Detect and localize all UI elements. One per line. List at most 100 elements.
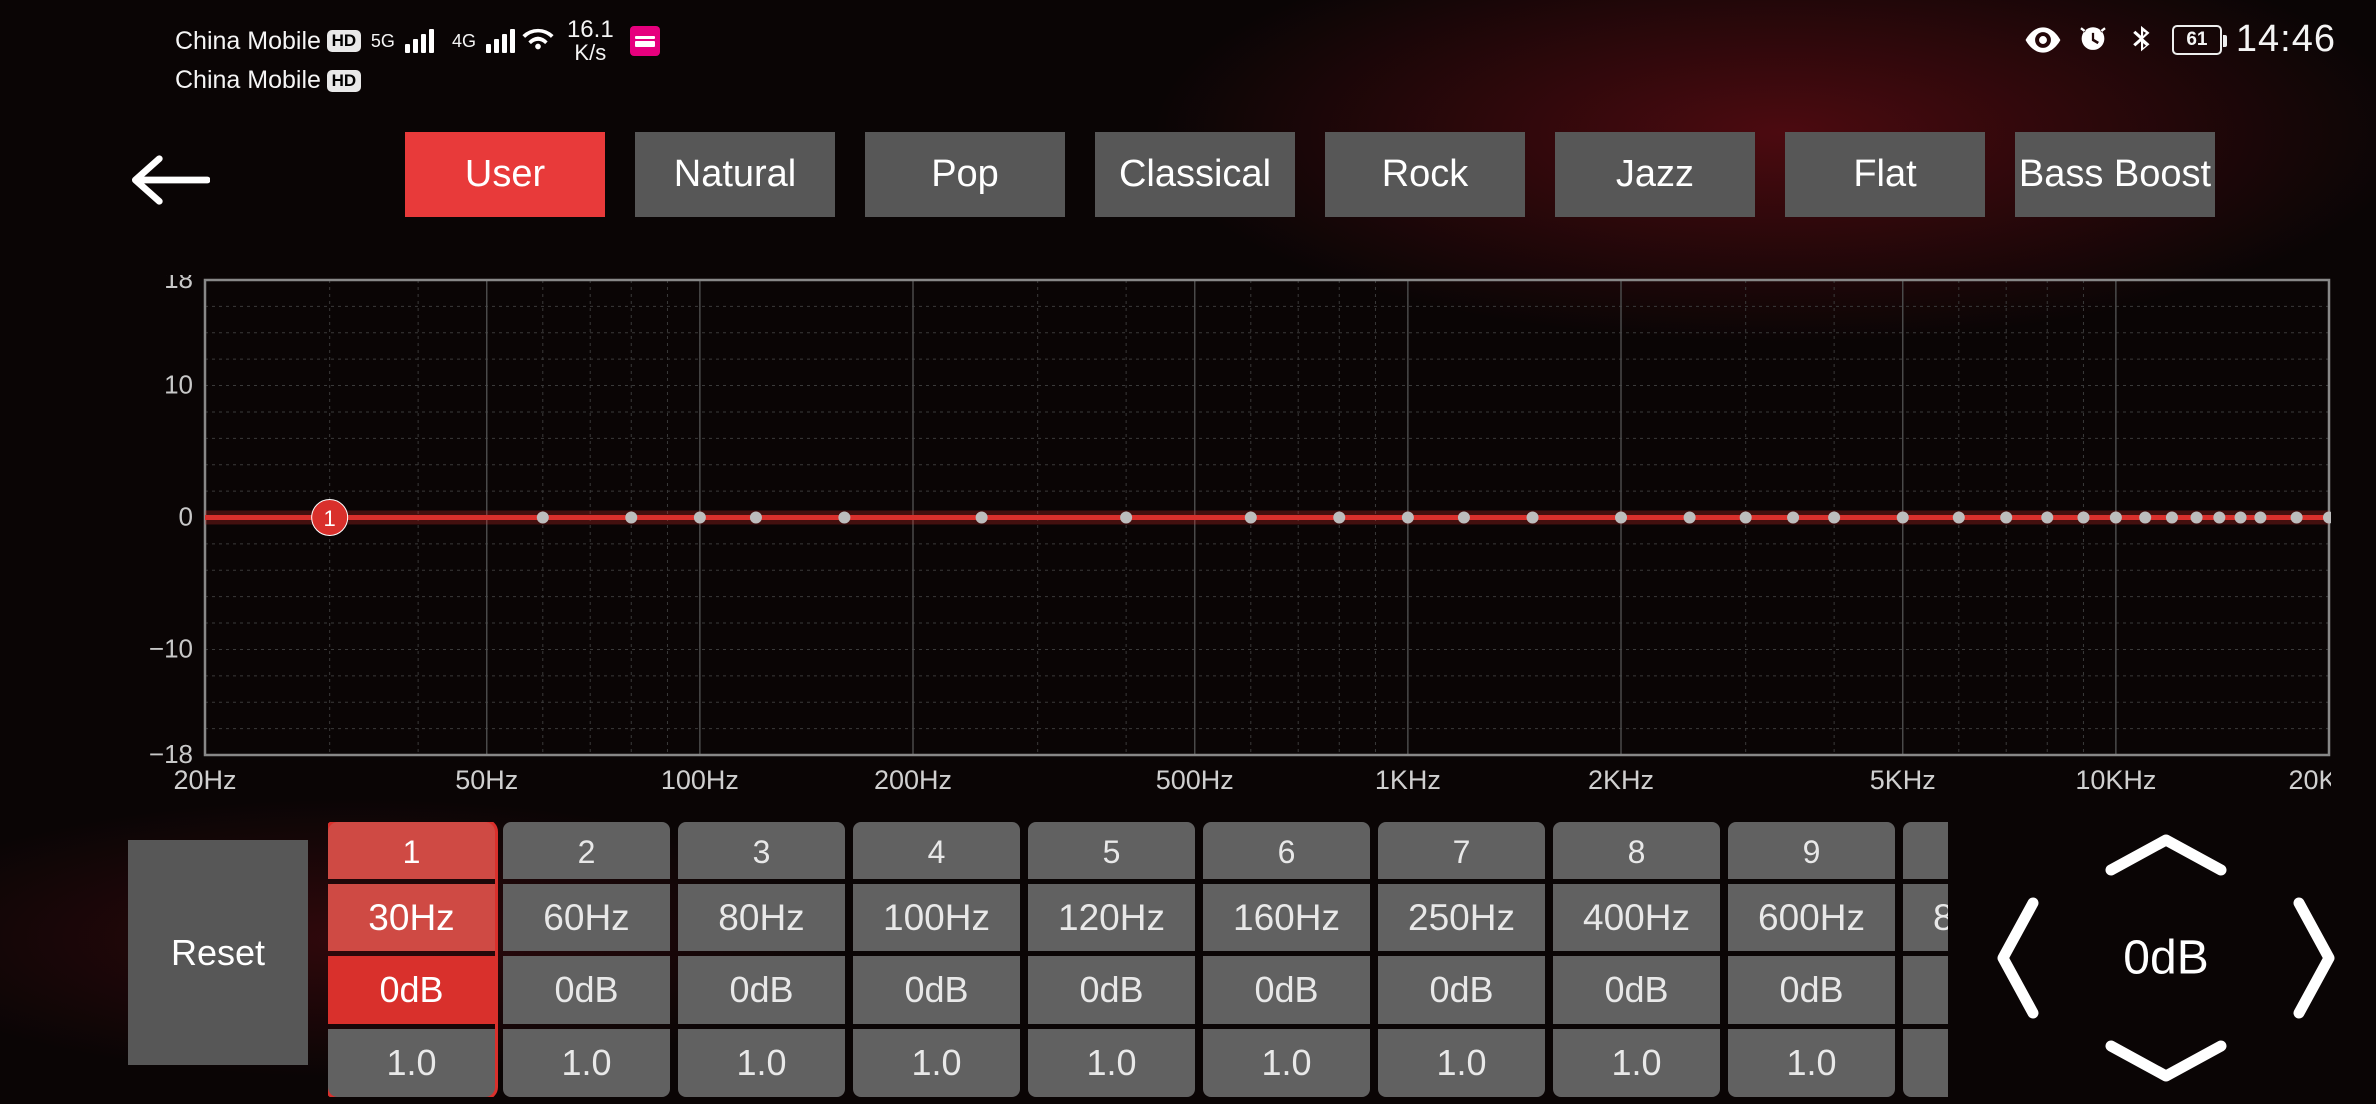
band-number-label: 5	[1028, 822, 1195, 879]
network-type-1: 5G	[371, 31, 395, 52]
carrier-1-label: China Mobile	[175, 27, 321, 56]
band-number-label: 3	[678, 822, 845, 879]
preset-label: Bass Boost	[2019, 153, 2211, 196]
band-q-label: 1.0	[1728, 1029, 1895, 1097]
svg-text:1: 1	[324, 506, 336, 531]
band-freq-label: 120Hz	[1028, 884, 1195, 952]
band-gain-label: 0dB	[678, 956, 845, 1024]
eq-band-card[interactable]: 4100Hz0dB1.0	[853, 822, 1020, 1097]
preset-label: Natural	[674, 153, 797, 196]
eq-band-list[interactable]: 130Hz0dB1.0260Hz0dB1.0380Hz0dB1.04100Hz0…	[328, 822, 1948, 1097]
signal-bars-1	[405, 29, 434, 53]
band-freq-label: 400Hz	[1553, 884, 1720, 952]
band-gain-label: 0dB	[1553, 956, 1720, 1024]
band-freq-label: 160Hz	[1203, 884, 1370, 952]
eq-chart[interactable]: 18100−10−1820Hz50Hz100Hz200Hz500Hz1KHz2K…	[145, 275, 2331, 805]
band-gain-label: 0dB	[1728, 956, 1895, 1024]
battery-percent: 61	[2186, 29, 2207, 51]
preset-label: Jazz	[1616, 153, 1694, 196]
svg-text:5KHz: 5KHz	[1870, 765, 1936, 795]
band-q-label: 1.0	[678, 1029, 845, 1097]
band-freq-label: 250Hz	[1378, 884, 1545, 952]
reset-button[interactable]: Reset	[128, 840, 308, 1065]
svg-text:−10: −10	[149, 633, 193, 663]
current-gain-display: 0dB	[2123, 931, 2208, 986]
svg-text:200Hz: 200Hz	[874, 765, 952, 795]
battery-indicator: 61	[2172, 25, 2222, 55]
band-q-label: 1.0	[1553, 1029, 1720, 1097]
preset-pop[interactable]: Pop	[865, 132, 1065, 217]
svg-text:1KHz: 1KHz	[1375, 765, 1441, 795]
band-freq-label: 800Hz	[1903, 884, 1948, 952]
band-q-label: 1.0	[328, 1029, 495, 1097]
eye-comfort-icon	[2024, 26, 2062, 54]
preset-jazz[interactable]: Jazz	[1555, 132, 1755, 217]
preset-classical[interactable]: Classical	[1095, 132, 1295, 217]
band-next-button[interactable]	[2289, 893, 2341, 1023]
svg-text:20Hz: 20Hz	[173, 765, 236, 795]
svg-text:100Hz: 100Hz	[661, 765, 739, 795]
svg-text:500Hz: 500Hz	[1156, 765, 1234, 795]
band-q-label: 1.0	[503, 1029, 670, 1097]
eq-band-card[interactable]: 9600Hz0dB1.0	[1728, 822, 1895, 1097]
eq-band-card[interactable]: 8400Hz0dB1.0	[1553, 822, 1720, 1097]
svg-text:0: 0	[179, 502, 193, 532]
preset-label: Rock	[1382, 153, 1469, 196]
preset-bass-boost[interactable]: Bass Boost	[2015, 132, 2215, 217]
hd-badge-2: HD	[327, 70, 361, 92]
preset-user[interactable]: User	[405, 132, 605, 217]
band-freq-label: 60Hz	[503, 884, 670, 952]
eq-band-card[interactable]: 7250Hz0dB1.0	[1378, 822, 1545, 1097]
band-freq-label: 80Hz	[678, 884, 845, 952]
carrier-2-label: China Mobile	[175, 66, 321, 95]
band-gain-label: 0dB	[1028, 956, 1195, 1024]
preset-label: User	[465, 153, 545, 196]
band-number-label: 6	[1203, 822, 1370, 879]
band-freq-label: 30Hz	[328, 884, 495, 952]
band-gain-label: 0dB	[328, 956, 495, 1024]
preset-natural[interactable]: Natural	[635, 132, 835, 217]
preset-flat[interactable]: Flat	[1785, 132, 1985, 217]
eq-band-card[interactable]: 260Hz0dB1.0	[503, 822, 670, 1097]
preset-rock[interactable]: Rock	[1325, 132, 1525, 217]
band-freq-label: 100Hz	[853, 884, 1020, 952]
band-q-label: 1.0	[1203, 1029, 1370, 1097]
notification-app-icon	[630, 26, 660, 56]
band-number-label: 9	[1728, 822, 1895, 879]
band-freq-label: 600Hz	[1728, 884, 1895, 952]
eq-band-card[interactable]: 10800Hz0dB1.0	[1903, 822, 1948, 1097]
hd-badge-1: HD	[327, 30, 361, 52]
eq-preset-tabs: User Natural Pop Classical Rock Jazz Flat Bass …	[405, 132, 2376, 222]
eq-band-card[interactable]: 380Hz0dB1.0	[678, 822, 845, 1097]
band-number-label: 4	[853, 822, 1020, 879]
band-number-label: 8	[1553, 822, 1720, 879]
band-number-label: 10	[1903, 822, 1948, 879]
status-bar-right: 61 14:46	[2024, 18, 2336, 61]
band-number-label: 2	[503, 822, 670, 879]
band-gain-label: 0dB	[1203, 956, 1370, 1024]
back-button[interactable]	[130, 140, 210, 225]
svg-text:18: 18	[164, 275, 193, 294]
eq-band-card[interactable]: 6160Hz0dB1.0	[1203, 822, 1370, 1097]
preset-label: Pop	[931, 153, 999, 196]
svg-text:50Hz: 50Hz	[455, 765, 518, 795]
adjust-dpad: 0dB	[1996, 828, 2336, 1088]
eq-band-card[interactable]: 5120Hz0dB1.0	[1028, 822, 1195, 1097]
status-clock: 14:46	[2236, 18, 2336, 61]
band-q-label: 1.0	[1903, 1029, 1948, 1097]
gain-down-button[interactable]	[2101, 1036, 2231, 1088]
svg-text:10KHz: 10KHz	[2075, 765, 2156, 795]
band-gain-label: 0dB	[853, 956, 1020, 1024]
band-prev-button[interactable]	[1991, 893, 2043, 1023]
band-q-label: 1.0	[853, 1029, 1020, 1097]
status-bar-left: China Mobile HD 5G 4G 16.1 K/s China Mob…	[175, 18, 660, 95]
wifi-icon	[521, 21, 555, 62]
eq-band-card[interactable]: 130Hz0dB1.0	[328, 822, 495, 1097]
signal-bars-2	[486, 29, 515, 53]
network-type-2: 4G	[452, 31, 476, 52]
band-gain-label: 0dB	[503, 956, 670, 1024]
band-q-label: 1.0	[1378, 1029, 1545, 1097]
band-number-label: 7	[1378, 822, 1545, 879]
bluetooth-icon	[2124, 23, 2158, 57]
gain-up-button[interactable]	[2101, 828, 2231, 880]
